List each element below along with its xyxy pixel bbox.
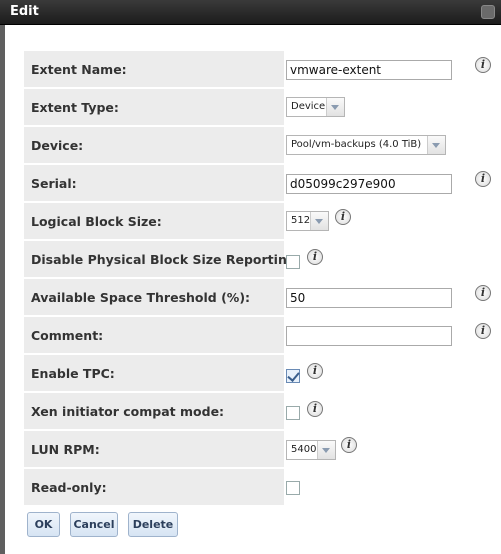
extent-type-select[interactable]: Device	[286, 97, 345, 117]
row-disable-pbs-reporting: Disable Physical Block Size Reporting:	[24, 241, 301, 277]
info-icon[interactable]: i	[475, 285, 491, 301]
row-enable-tpc: Enable TPC:	[24, 355, 284, 391]
device-label: Device:	[31, 138, 84, 153]
info-icon[interactable]: i	[335, 209, 351, 225]
dialog-title: Edit	[10, 4, 39, 19]
cancel-button[interactable]: Cancel	[70, 512, 118, 537]
info-icon[interactable]: i	[307, 401, 323, 417]
row-serial: Serial:	[24, 165, 284, 201]
extent-type-label: Extent Type:	[31, 100, 119, 115]
info-icon[interactable]: i	[341, 437, 357, 453]
lun-rpm-value: 5400	[291, 444, 317, 455]
row-xen-compat: Xen initiator compat mode:	[24, 393, 284, 429]
info-icon[interactable]: i	[475, 323, 491, 339]
comment-input[interactable]	[286, 326, 452, 346]
extent-type-value: Device	[291, 101, 326, 112]
row-comment: Comment:	[24, 317, 284, 353]
read-only-label: Read-only:	[31, 480, 107, 495]
extent-name-label: Extent Name:	[31, 62, 127, 77]
avail-space-threshold-input[interactable]: 50	[286, 288, 452, 308]
chevron-down-icon	[427, 136, 445, 154]
row-logical-block-size: Logical Block Size:	[24, 203, 284, 239]
row-extent-type: Extent Type:	[24, 89, 284, 125]
chevron-down-icon	[310, 212, 328, 230]
row-read-only: Read-only:	[24, 469, 284, 505]
enable-tpc-label: Enable TPC:	[31, 366, 115, 381]
info-icon[interactable]: i	[307, 363, 323, 379]
background-window-strip	[0, 25, 5, 554]
enable-tpc-checkbox[interactable]	[286, 369, 300, 383]
lun-rpm-select[interactable]: 5400	[286, 440, 336, 460]
device-value: Pool/vm-backups (4.0 TiB)	[291, 139, 422, 150]
disable-pbs-reporting-checkbox[interactable]	[286, 255, 300, 269]
row-extent-name: Extent Name:	[24, 51, 284, 87]
info-icon[interactable]: i	[307, 249, 323, 265]
logical-block-size-label: Logical Block Size:	[31, 214, 162, 229]
xen-compat-label: Xen initiator compat mode:	[31, 404, 225, 419]
row-avail-space-threshold: Available Space Threshold (%):	[24, 279, 284, 315]
logical-block-size-value: 512	[291, 215, 311, 226]
comment-label: Comment:	[31, 328, 104, 343]
logical-block-size-select[interactable]: 512	[286, 211, 329, 231]
info-icon[interactable]: i	[475, 171, 491, 187]
chevron-down-icon	[326, 98, 344, 116]
avail-space-threshold-label: Available Space Threshold (%):	[31, 290, 251, 305]
row-device: Device:	[24, 127, 284, 163]
ok-button[interactable]: OK	[27, 512, 60, 537]
disable-pbs-reporting-label: Disable Physical Block Size Reporting:	[31, 252, 301, 267]
row-lun-rpm: LUN RPM:	[24, 431, 284, 467]
read-only-checkbox[interactable]	[286, 481, 300, 495]
dialog-titlebar: Edit	[0, 0, 501, 25]
delete-button[interactable]: Delete	[128, 512, 178, 537]
info-icon[interactable]: i	[475, 57, 491, 73]
close-icon[interactable]	[481, 5, 495, 19]
lun-rpm-label: LUN RPM:	[31, 442, 100, 457]
serial-input[interactable]: d05099c297e900	[286, 174, 452, 194]
extent-name-input[interactable]: vmware-extent	[286, 60, 452, 80]
xen-compat-checkbox[interactable]	[286, 406, 300, 420]
device-select[interactable]: Pool/vm-backups (4.0 TiB)	[286, 135, 446, 155]
serial-label: Serial:	[31, 176, 77, 191]
chevron-down-icon	[317, 441, 335, 459]
